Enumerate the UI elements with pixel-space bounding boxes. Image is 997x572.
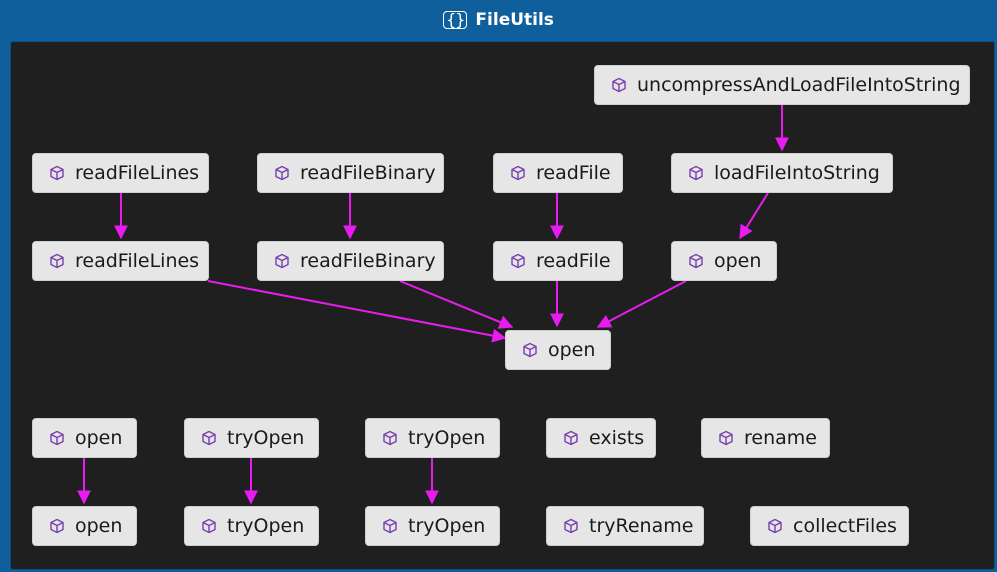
node-label: readFile [536,162,611,184]
method-cube-icon [511,253,525,269]
method-cube-icon [50,430,64,446]
node-label: tryOpen [227,515,305,537]
diagram-title: FileUtils [475,10,554,30]
node-tryOpen[interactable]: tryOpen [184,506,319,546]
node-label: readFileLines [75,250,200,272]
node-readFile[interactable]: readFile [493,153,623,193]
node-readFileBinary[interactable]: readFileBinary [257,153,444,193]
node-label: loadFileIntoString [714,162,880,184]
node-readFileLines[interactable]: readFileLines [32,153,209,193]
node-tryOpen[interactable]: tryOpen [184,418,319,458]
method-cube-icon [383,430,397,446]
method-cube-icon [612,77,626,93]
node-label: open [548,339,596,361]
node-label: readFile [536,250,611,272]
method-cube-icon [719,430,733,446]
method-cube-icon [202,518,216,534]
method-cube-icon [768,518,782,534]
node-label: readFileLines [75,162,200,184]
node-readFile[interactable]: readFile [493,241,623,281]
namespace-braces-icon: {} [443,11,468,29]
node-label: collectFiles [793,515,897,537]
method-cube-icon [689,165,703,181]
method-cube-icon [523,342,537,358]
node-open[interactable]: open [32,418,137,458]
node-label: open [75,427,123,449]
node-label: tryOpen [408,515,486,537]
method-cube-icon [511,165,525,181]
node-loadFileIntoString[interactable]: loadFileIntoString [671,153,893,193]
node-collectFiles[interactable]: collectFiles [750,506,909,546]
method-cube-icon [50,165,64,181]
method-cube-icon [50,518,64,534]
node-label: open [714,250,762,272]
node-open-center[interactable]: open [505,330,611,370]
node-exists[interactable]: exists [546,418,656,458]
node-tryRename[interactable]: tryRename [546,506,704,546]
node-label: rename [744,427,817,449]
node-label: exists [589,427,645,449]
node-readFileLines[interactable]: readFileLines [32,241,209,281]
node-label: readFileBinary [300,162,436,184]
node-label: tryOpen [408,427,486,449]
node-open[interactable]: open [671,241,777,281]
title-bar: {} FileUtils [0,0,997,40]
diagram-canvas [10,41,995,570]
node-tryOpen[interactable]: tryOpen [365,506,500,546]
method-cube-icon [50,253,64,269]
method-cube-icon [564,518,578,534]
node-tryOpen[interactable]: tryOpen [365,418,500,458]
node-rename[interactable]: rename [701,418,830,458]
node-label: uncompressAndLoadFileIntoString [637,74,961,96]
node-open[interactable]: open [32,506,137,546]
method-cube-icon [275,165,289,181]
method-cube-icon [689,253,703,269]
node-label: readFileBinary [300,250,436,272]
method-cube-icon [202,430,216,446]
node-label: tryRename [589,515,694,537]
node-readFileBinary[interactable]: readFileBinary [257,241,444,281]
method-cube-icon [275,253,289,269]
node-uncompressAndLoadFileIntoString[interactable]: uncompressAndLoadFileIntoString [594,65,970,105]
method-cube-icon [383,518,397,534]
node-label: tryOpen [227,427,305,449]
method-cube-icon [564,430,578,446]
node-label: open [75,515,123,537]
